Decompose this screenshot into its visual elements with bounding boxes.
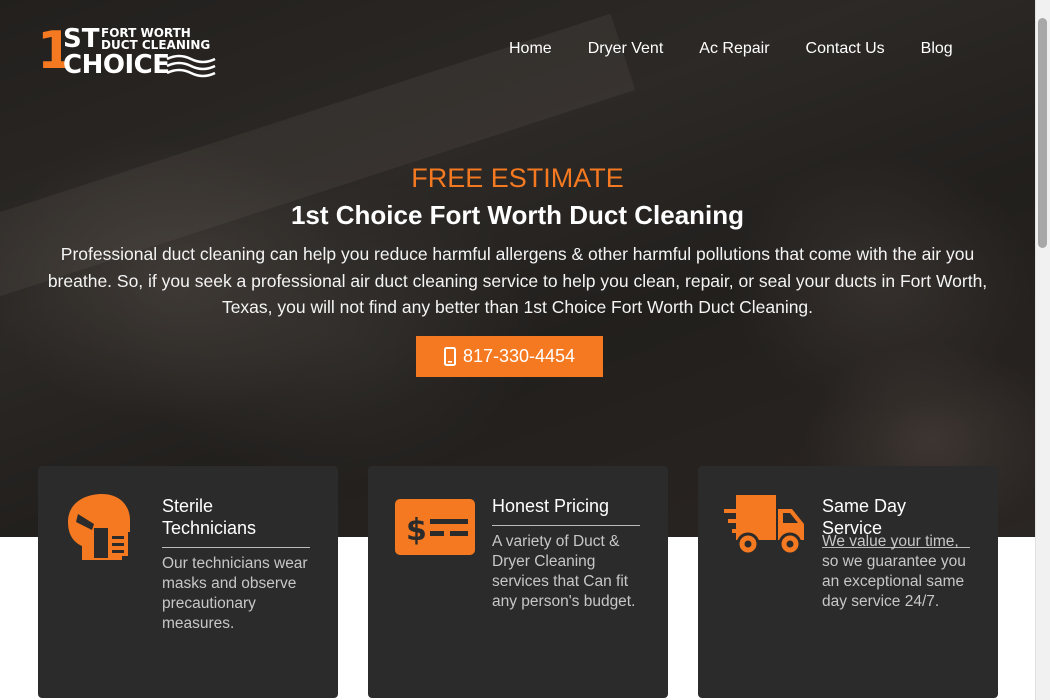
- hero-content: FREE ESTIMATE 1st Choice Fort Worth Duct…: [0, 162, 1035, 321]
- hero-title: 1st Choice Fort Worth Duct Cleaning: [290, 200, 745, 230]
- mobile-phone-icon: [443, 347, 456, 366]
- main-nav: Home Dryer Vent Ac Repair Contact Us Blo…: [491, 40, 971, 58]
- feature-card-same-day-service: Same Day Service We value your time, so …: [698, 466, 998, 698]
- nav-contact-us[interactable]: Contact Us: [788, 40, 903, 58]
- price-tag-icon: $: [395, 499, 475, 555]
- logo-choice: CHOICE: [63, 50, 170, 80]
- call-button-label: 817-330-4454: [462, 346, 576, 366]
- svg-text:$: $: [406, 513, 427, 548]
- page-scrollbar[interactable]: [1035, 0, 1050, 700]
- feature-card-sterile-technicians: Sterile Technicians Our technicians wear…: [38, 466, 338, 698]
- feature-title: Honest Pricing: [492, 495, 640, 526]
- hero-description: Professional duct cleaning can help you …: [47, 244, 988, 317]
- nav-dryer-vent[interactable]: Dryer Vent: [570, 40, 682, 58]
- page: 1 ST FORT WORTH DUCT CLEANING CHOICE Hom…: [0, 0, 1050, 700]
- air-waves-icon: [166, 54, 216, 78]
- nav-home[interactable]: Home: [491, 40, 570, 58]
- nav-blog[interactable]: Blog: [903, 40, 971, 58]
- logo-st: ST: [63, 24, 100, 54]
- feature-text: We value your time, so we guarantee you …: [822, 533, 966, 610]
- masked-technician-icon: [68, 494, 130, 560]
- call-button[interactable]: 817-330-4454: [416, 336, 603, 377]
- site-logo[interactable]: 1 ST FORT WORTH DUCT CLEANING CHOICE: [37, 24, 222, 82]
- feature-card-honest-pricing: $ Honest Pricing A variety of Duct & Dry…: [368, 466, 668, 698]
- feature-text: A variety of Duct & Dryer Cleaning servi…: [492, 533, 636, 610]
- scrollbar-thumb[interactable]: [1038, 18, 1047, 248]
- delivery-truck-icon: [724, 495, 804, 556]
- hero-kicker: FREE ESTIMATE: [411, 163, 624, 193]
- feature-text: Our technicians wear masks and observe p…: [162, 555, 308, 632]
- nav-ac-repair[interactable]: Ac Repair: [681, 40, 787, 58]
- feature-title: Sterile Technicians: [162, 495, 310, 548]
